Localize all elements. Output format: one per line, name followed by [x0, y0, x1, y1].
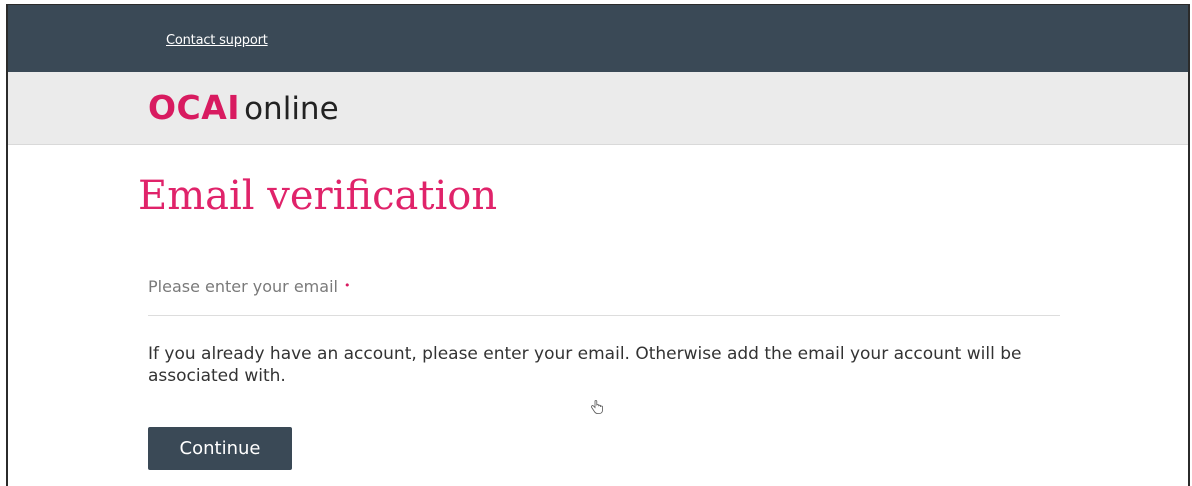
continue-button[interactable]: Continue: [148, 427, 292, 470]
logo-online-text: online: [244, 91, 339, 127]
logo[interactable]: OCAI online: [148, 88, 339, 127]
browser-frame: Contact support OCAI online Email verifi…: [6, 4, 1190, 486]
top-bar: Contact support: [8, 5, 1188, 72]
brand-bar: OCAI online: [8, 72, 1188, 145]
page-title: Email verification: [138, 173, 498, 219]
logo-ocai-text: OCAI: [148, 88, 241, 127]
email-field-label: Please enter your email •: [148, 277, 350, 296]
email-label-text: Please enter your email: [148, 277, 338, 296]
email-field[interactable]: Please enter your email •: [148, 265, 1060, 316]
required-mark: •: [343, 279, 351, 292]
hand-pointer-icon: [591, 400, 603, 414]
contact-support-link[interactable]: Contact support: [166, 33, 268, 48]
help-text: If you already have an account, please e…: [148, 344, 1022, 386]
